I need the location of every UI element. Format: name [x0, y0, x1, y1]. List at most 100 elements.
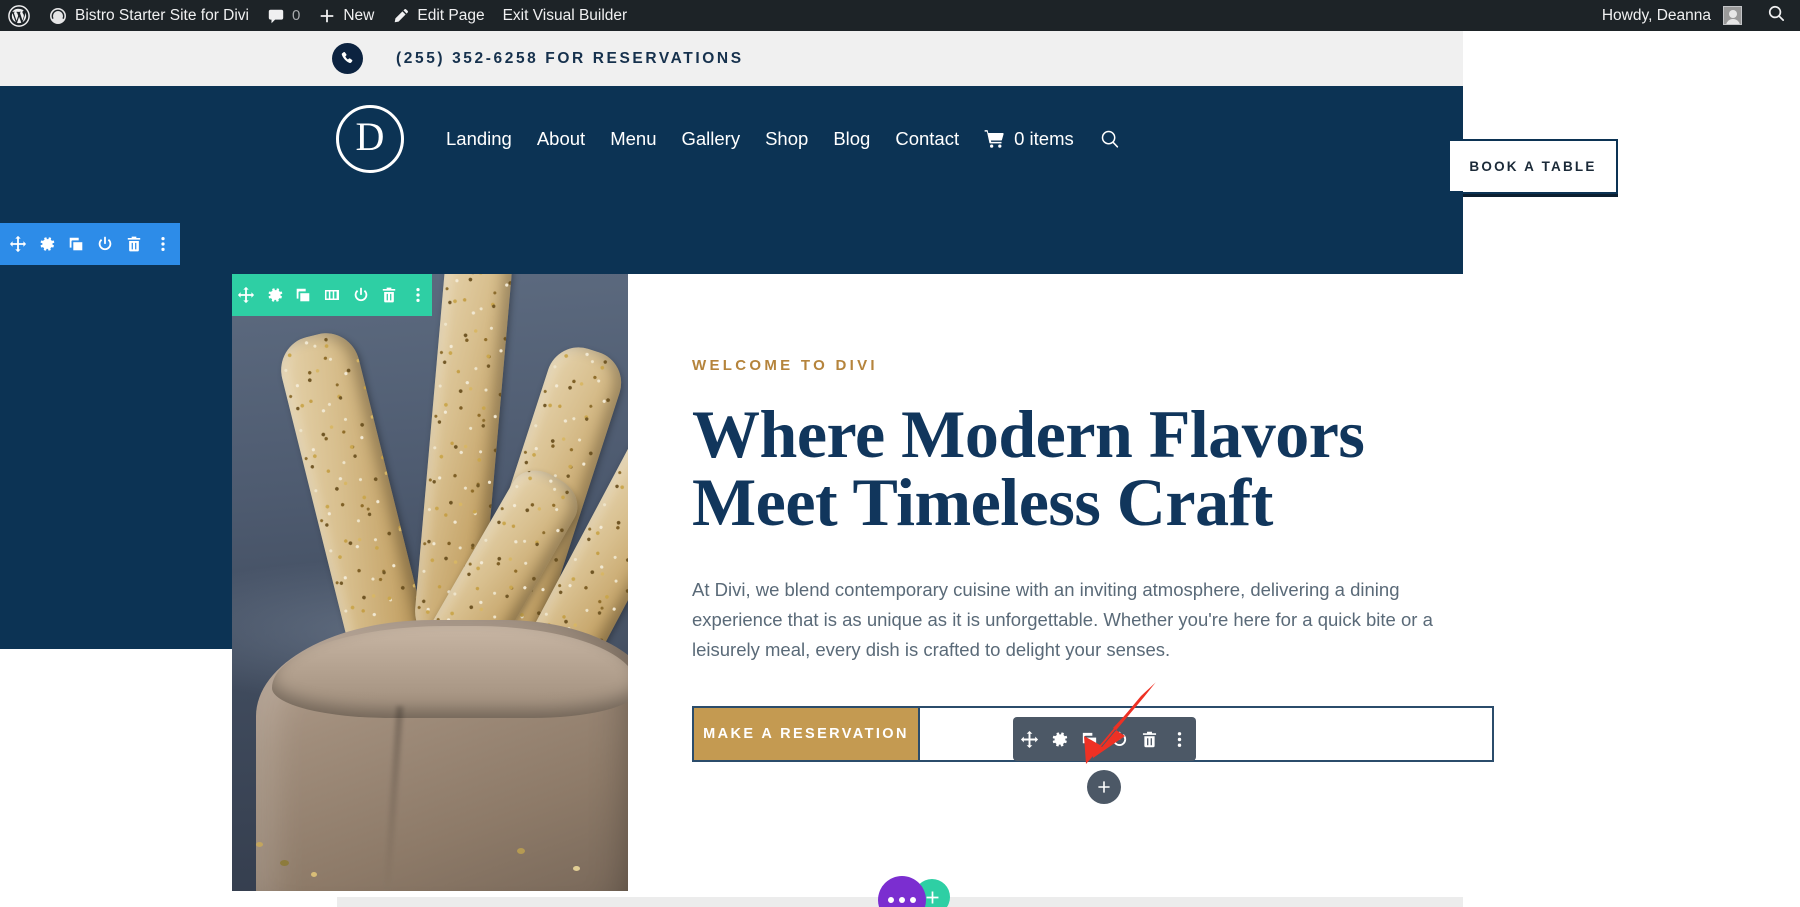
crumb — [255, 841, 263, 847]
search-icon — [1768, 5, 1785, 21]
duplicate-icon — [1082, 732, 1097, 746]
dot — [899, 897, 905, 903]
move-icon — [238, 286, 255, 304]
comments-menu[interactable]: 0 — [258, 0, 309, 31]
row-settings-button[interactable] — [261, 274, 290, 316]
comment-bubble-icon — [268, 9, 284, 23]
module-settings-toolbar — [1013, 717, 1196, 761]
gear-icon — [1052, 732, 1068, 746]
section-move-handle[interactable] — [3, 223, 32, 265]
more-options-icon — [1177, 731, 1182, 747]
section-more-options-button[interactable] — [148, 223, 177, 265]
nav-item-gallery[interactable]: Gallery — [681, 128, 740, 150]
phone-icon-badge — [332, 43, 363, 74]
site-search-button[interactable] — [1100, 129, 1120, 149]
admin-bar-left-group: Bistro Starter Site for Divi 0 New Edit … — [0, 0, 636, 31]
trash-icon — [127, 236, 140, 252]
section-settings-toolbar — [0, 223, 180, 265]
nav-item-menu[interactable]: Menu — [610, 128, 656, 150]
phone-number-text: (255) 352-6258 FOR RESERVATIONS — [396, 49, 744, 67]
exit-visual-builder-link[interactable]: Exit Visual Builder — [494, 0, 637, 31]
power-icon — [98, 236, 111, 251]
dot — [910, 897, 916, 903]
row-settings-toolbar — [232, 274, 432, 316]
hero-heading-line-1: Where Modern Flavors — [692, 396, 1365, 472]
hero-image[interactable] — [232, 274, 628, 891]
more-options-icon — [160, 236, 165, 252]
edit-page-link[interactable]: Edit Page — [383, 0, 493, 31]
new-label: New — [343, 6, 375, 24]
howdy-label: Howdy, Deanna — [1601, 6, 1711, 24]
new-content-menu[interactable]: New — [309, 0, 383, 31]
section-settings-button[interactable] — [32, 223, 61, 265]
power-icon — [354, 287, 367, 302]
site-name-label: Bistro Starter Site for Divi — [75, 6, 249, 24]
wp-admin-bar: Bistro Starter Site for Divi 0 New Edit … — [0, 0, 1800, 31]
my-account-menu[interactable]: Howdy, Deanna — [1594, 0, 1751, 31]
module-move-handle[interactable] — [1015, 717, 1045, 761]
row-duplicate-button[interactable] — [289, 274, 318, 316]
dashboard-home-icon — [50, 7, 66, 24]
admin-bar-right-group: Howdy, Deanna — [1594, 0, 1800, 31]
book-a-table-label: BOOK A TABLE — [1469, 159, 1597, 174]
hero-heading-line-2: Meet Timeless Craft — [692, 464, 1273, 540]
row-move-handle[interactable] — [232, 274, 261, 316]
module-settings-button[interactable] — [1045, 717, 1075, 761]
nav-item-about[interactable]: About — [537, 128, 585, 150]
screenshot-root: Bistro Starter Site for Divi 0 New Edit … — [0, 0, 1800, 907]
hero-photo-backdrop — [232, 274, 628, 891]
cart-link[interactable]: 0 items — [984, 128, 1074, 150]
site-name-menu[interactable]: Bistro Starter Site for Divi — [39, 0, 258, 31]
crumb — [279, 860, 289, 867]
trash-icon — [1142, 731, 1157, 747]
site-top-bar: (255) 352-6258 FOR RESERVATIONS — [0, 31, 1463, 86]
make-a-reservation-label: MAKE A RESERVATION — [703, 725, 909, 742]
pencil-icon — [395, 8, 409, 22]
avatar — [1723, 6, 1742, 25]
shopping-cart-icon — [984, 130, 1004, 148]
row-columns-button[interactable] — [318, 274, 347, 316]
module-duplicate-button[interactable] — [1075, 717, 1105, 761]
more-options-icon — [416, 287, 420, 303]
nav-item-blog[interactable]: Blog — [833, 128, 870, 150]
gear-icon — [268, 288, 283, 302]
nav-item-contact[interactable]: Contact — [895, 128, 959, 150]
module-more-options-button[interactable] — [1165, 717, 1195, 761]
crumb — [517, 847, 526, 854]
top-bar-content: (255) 352-6258 FOR RESERVATIONS — [332, 43, 744, 74]
cart-item-count-label: 0 items — [1014, 127, 1074, 149]
book-a-table-button[interactable]: BOOK A TABLE — [1448, 139, 1618, 194]
primary-menu: Landing About Menu Gallery Shop Blog Con… — [446, 128, 959, 150]
gear-icon — [40, 237, 54, 251]
plus-icon — [926, 891, 938, 903]
hero-row: WELCOME TO DIVI Where Modern Flavors Mee… — [232, 274, 1567, 891]
plus-icon — [321, 9, 334, 22]
comments-count: 0 — [292, 7, 301, 24]
edit-page-label: Edit Page — [417, 6, 485, 24]
section-disable-button[interactable] — [90, 223, 119, 265]
hero-eyebrow: WELCOME TO DIVI — [692, 357, 878, 374]
module-delete-button[interactable] — [1135, 717, 1165, 761]
exit-visual-builder-label: Exit Visual Builder — [502, 6, 628, 24]
row-more-options-button[interactable] — [403, 274, 432, 316]
admin-bar-search-button[interactable] — [1751, 4, 1786, 28]
move-icon — [9, 235, 26, 253]
nav-item-landing[interactable]: Landing — [446, 128, 512, 150]
dot — [888, 897, 894, 903]
phone-icon — [341, 52, 353, 64]
site-header-nav: D Landing About Menu Gallery Shop Blog C… — [0, 86, 1463, 191]
visual-builder-canvas: (255) 352-6258 FOR RESERVATIONS D Landin… — [0, 31, 1800, 907]
wordpress-logo-menu[interactable] — [0, 0, 39, 31]
row-delete-button[interactable] — [375, 274, 404, 316]
power-icon — [1112, 731, 1127, 746]
make-a-reservation-button[interactable]: MAKE A RESERVATION — [694, 707, 920, 760]
module-disable-button[interactable] — [1105, 717, 1135, 761]
section-duplicate-button[interactable] — [61, 223, 90, 265]
row-disable-button[interactable] — [346, 274, 375, 316]
section-delete-button[interactable] — [119, 223, 148, 265]
site-logo-letter: D — [355, 114, 385, 159]
plus-icon — [1098, 781, 1110, 793]
add-module-button[interactable] — [1087, 770, 1121, 804]
site-logo[interactable]: D — [336, 104, 404, 173]
nav-item-shop[interactable]: Shop — [765, 128, 808, 150]
